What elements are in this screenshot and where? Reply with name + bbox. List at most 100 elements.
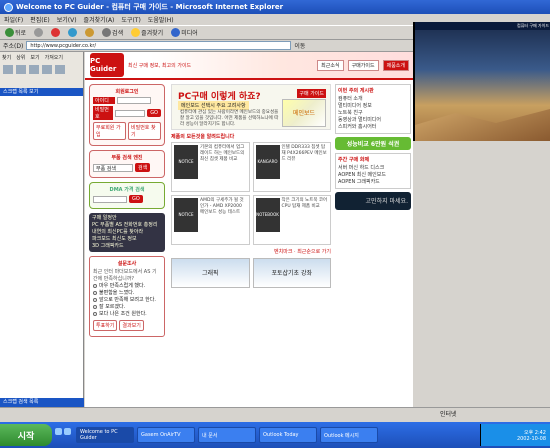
scrap-tab-view[interactable]: 보기: [30, 54, 39, 61]
desktop-wallpaper: 컴퓨터 구매 가이드: [413, 22, 550, 141]
board-item[interactable]: 스피커와 홈시어터: [338, 124, 408, 131]
board-box: 이번 주의 게시판 컴퓨터 소개 멀티미디어 정보 노트북 친구 동영상과 멀티…: [335, 84, 411, 134]
nav-news[interactable]: 최근소식: [317, 59, 344, 71]
favorites-button[interactable]: 즐겨찾기: [129, 27, 165, 38]
star-icon: [131, 28, 141, 37]
site-logo[interactable]: PC Guider: [90, 53, 124, 77]
task-documents[interactable]: 내 문서: [198, 427, 256, 443]
product-card[interactable]: NOTICE 기본의 컴퓨터에서 업그레이드 하는 메인보드의 최신 칩셋 제품 …: [171, 142, 250, 192]
task-outlook-message[interactable]: Outlook 메시지: [320, 427, 378, 443]
go-button[interactable]: 이동: [294, 41, 305, 50]
desktop-icon[interactable]: [64, 428, 71, 435]
system-tray[interactable]: 오후 2:42 2002-10-08: [480, 424, 550, 446]
radio-icon[interactable]: [93, 312, 97, 316]
ie-icon[interactable]: [55, 428, 62, 435]
weekly-item[interactable]: AOPEN 그래픽카드: [338, 179, 408, 186]
radio-icon[interactable]: [93, 298, 97, 302]
nav-guide[interactable]: 구매가이드: [347, 59, 379, 71]
menu-view[interactable]: 보기(V): [57, 15, 77, 24]
folder-icon[interactable]: [29, 65, 39, 74]
notice-box[interactable]: 구매 일정안 PC 부품별 AS 전화번호 총정리 내연의 최신PC를 찾아라 …: [89, 213, 165, 252]
benchmark-link[interactable]: 벤치마크: [274, 249, 292, 255]
top-nav: 최근소식 구매가이드 제품소개: [317, 59, 409, 71]
folder-icon[interactable]: [55, 65, 65, 74]
part-select[interactable]: 부품 검색: [93, 163, 133, 172]
product-text: 기본의 컴퓨터에서 업그레이드 하는 메인보드의 최신 칩셋 제품 비교: [200, 145, 245, 162]
forward-button[interactable]: [32, 27, 45, 38]
hero-subtitle[interactable]: 메인보드 선택시 주요 고려사항: [178, 101, 249, 110]
forward-arrow-icon: [34, 28, 44, 37]
recent-link[interactable]: 최근순으로 가기: [297, 249, 331, 255]
performance-banner[interactable]: 성능비교 6만원 석권: [335, 137, 411, 150]
menu-favorites[interactable]: 즐겨찾기(A): [84, 15, 115, 24]
scrap-tab-find[interactable]: 찾기: [2, 54, 11, 61]
start-button[interactable]: 시작: [0, 424, 52, 446]
scrap-tab-up[interactable]: 상위: [16, 54, 25, 61]
promo-banner[interactable]: 고민하지 마세요.: [335, 192, 411, 210]
poll-option[interactable]: 보다 나은 조건 원한다.: [93, 311, 161, 318]
address-input[interactable]: http://www.pcguider.co.kr/: [26, 41, 292, 50]
poll-option[interactable]: 앞으로 만족해 보려고 한다.: [93, 297, 161, 304]
refresh-icon: [68, 28, 78, 37]
radio-icon[interactable]: [93, 305, 97, 309]
vote-button[interactable]: 투표하기: [93, 320, 118, 331]
part-search-title: 부품 검색 엔진: [111, 155, 143, 161]
product-image: NOTEBOOK: [255, 198, 280, 232]
poll-option[interactable]: 잘 모르겠다.: [93, 304, 161, 311]
task-ie[interactable]: Welcome to PC Guider: [76, 427, 134, 443]
refresh-button[interactable]: [66, 27, 79, 38]
weekly-item[interactable]: 서버 머신 하드 디스크: [338, 165, 408, 172]
back-arrow-icon: [5, 28, 14, 37]
product-card[interactable]: NOTEBOOK 작은 크기의 노트북 코어 CPU 탑재 제품 비교: [252, 195, 331, 245]
graphic-banner[interactable]: 그래픽: [171, 258, 250, 288]
search-button[interactable]: 검색: [100, 27, 125, 38]
board-item[interactable]: 컴퓨터 소개: [338, 96, 408, 103]
task-outlook[interactable]: Outlook Today: [259, 427, 317, 443]
hero-image[interactable]: 메인보드: [282, 99, 326, 127]
site-tagline: 최신 구매 정보, 최고의 가이드: [128, 62, 192, 69]
media-button[interactable]: 미디어: [169, 27, 200, 38]
home-button[interactable]: [83, 27, 96, 38]
menu-help[interactable]: 도움말(H): [148, 15, 174, 24]
menu-edit[interactable]: 편집(E): [30, 15, 50, 24]
radio-icon[interactable]: [93, 291, 97, 295]
pw-label: 비밀번호: [93, 106, 113, 120]
board-item[interactable]: 멀티미디어 정보: [338, 103, 408, 110]
back-button[interactable]: 뒤로: [3, 27, 28, 38]
hero-text: 컴퓨터에 관심 있는 사람이라면 메인보드의 중요성을 잘 알고 있을 것입니다…: [180, 110, 279, 127]
weekly-item[interactable]: AOPEN 최신 메인보드: [338, 172, 408, 179]
folder-icon[interactable]: [16, 65, 26, 74]
poll-option[interactable]: 마우 만족스럽게 했다.: [93, 283, 161, 290]
scrap-search-bar[interactable]: 스크랩 검색 목록: [0, 398, 84, 407]
scrap-tab-import[interactable]: 가져오기: [45, 54, 63, 61]
find-pw-button[interactable]: 비밀번호 찾기: [128, 122, 161, 140]
board-item[interactable]: 동영상과 멀티미디어: [338, 117, 408, 124]
id-label: 아이디: [93, 97, 115, 104]
result-button[interactable]: 결과보기: [119, 320, 144, 331]
product-card[interactable]: NOTICE AMD의 구세주가 될 것인가 - AMD XP2000 메인보드 …: [171, 195, 250, 245]
dma-input[interactable]: [93, 195, 127, 203]
menu-tools[interactable]: 도구(T): [121, 15, 140, 24]
task-tv[interactable]: Gasem OnAirTV: [137, 427, 195, 443]
folder-icon[interactable]: [3, 65, 13, 74]
product-card[interactable]: KANGARO 인텔 DDR333 칩셋 탑재 P4X266PEV 메인보드 리뷰: [252, 142, 331, 192]
join-button[interactable]: 무료회원 가입: [93, 122, 126, 140]
menu-file[interactable]: 파일(F): [4, 15, 23, 24]
password-field[interactable]: [114, 109, 146, 117]
scrap-list: [0, 96, 83, 386]
board-item[interactable]: 노트북 친구: [338, 110, 408, 117]
search-icon: [102, 28, 112, 37]
part-search-button[interactable]: 검색: [135, 163, 151, 172]
poll-option[interactable]: 불편함을 느꼈다.: [93, 290, 161, 297]
login-go-button[interactable]: GO: [147, 109, 161, 117]
hero-tag[interactable]: 구매 가이드: [297, 89, 326, 98]
dma-go-button[interactable]: GO: [129, 195, 143, 203]
scrap-section-title[interactable]: 스크랩 목록 보기: [0, 88, 83, 96]
folder-icon[interactable]: [42, 65, 52, 74]
photoshop-banner[interactable]: 포토샵기초 강좌: [252, 258, 331, 288]
title-bar[interactable]: Welcome to PC Guider - 컴퓨터 구매 가이드 - Micr…: [0, 0, 550, 14]
stop-button[interactable]: [49, 27, 62, 38]
nav-products[interactable]: 제품소개: [382, 59, 409, 71]
id-field[interactable]: [117, 97, 151, 104]
radio-icon[interactable]: [93, 284, 97, 288]
